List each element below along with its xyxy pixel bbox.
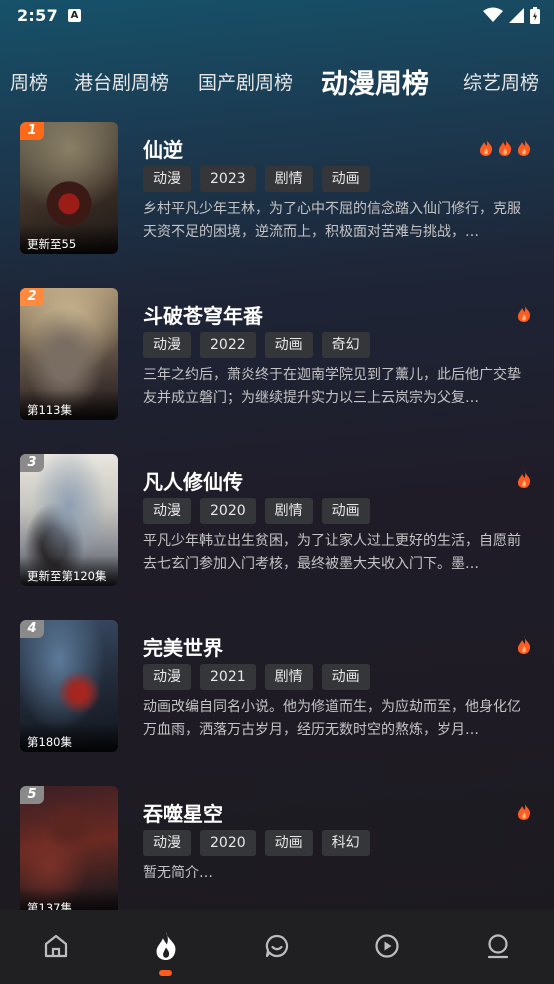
heat-indicator (516, 470, 532, 488)
nav-profile[interactable] (480, 928, 516, 964)
chat-icon (265, 934, 289, 958)
nav-home[interactable] (38, 928, 74, 964)
tag-genre[interactable]: 剧情 (264, 498, 313, 524)
tag-category[interactable]: 动漫 (143, 664, 191, 690)
battery-icon (530, 6, 540, 24)
heat-indicator (516, 304, 532, 322)
fire-icon (517, 802, 531, 820)
rank-badge: 2 (20, 288, 44, 306)
show-title[interactable]: 完美世界 (143, 632, 223, 661)
tag-list: 动漫 2020 剧情 动画 (143, 498, 370, 524)
tag-year[interactable]: 2023 (200, 166, 256, 192)
signal-icon (509, 7, 524, 23)
heat-indicator (516, 802, 532, 820)
rank-badge: 4 (20, 620, 44, 638)
episode-label: 第137集 (20, 888, 118, 910)
tag-year[interactable]: 2020 (200, 498, 256, 524)
tab-hk-tw-drama[interactable]: 港台剧周榜 (74, 68, 169, 95)
tag-genre[interactable]: 动画 (264, 830, 313, 856)
episode-label: 第180集 (20, 722, 118, 752)
list-item[interactable]: 2 第113集 斗破苍穹年番 动漫 2022 动画 奇幻 三年之约后，萧炎终于在… (0, 284, 554, 450)
active-indicator (159, 970, 172, 976)
poster-thumbnail[interactable]: 2 第113集 (20, 288, 118, 420)
system-icons (483, 6, 540, 24)
fire-icon (517, 470, 531, 488)
play-icon (375, 934, 399, 958)
tag-genre[interactable]: 奇幻 (321, 332, 370, 358)
fire-icon (517, 138, 531, 156)
tag-category[interactable]: 动漫 (143, 830, 191, 856)
show-title[interactable]: 吞噬星空 (143, 798, 223, 827)
show-description: 暂无简介… (143, 865, 213, 881)
tag-category[interactable]: 动漫 (143, 166, 191, 192)
tag-genre[interactable]: 动画 (264, 332, 313, 358)
tag-year[interactable]: 2021 (200, 664, 256, 690)
list-item[interactable]: 1 更新至55 仙逆 动漫 2023 剧情 动画 乡村平凡少年王林，为了心中不屈… (0, 118, 554, 284)
list-item[interactable]: 5 第137集 吞噬星空 动漫 2020 动画 科幻 暂无简介… (0, 782, 554, 910)
tag-genre[interactable]: 动画 (321, 498, 370, 524)
rank-badge: 3 (20, 454, 44, 472)
fire-icon (479, 138, 493, 156)
nav-chat[interactable] (259, 928, 295, 964)
episode-label: 更新至第120集 (20, 556, 118, 586)
list-item[interactable]: 4 第180集 完美世界 动漫 2021 剧情 动画 动画改编自同名小说。他为修… (0, 616, 554, 782)
tag-genre[interactable]: 剧情 (264, 166, 313, 192)
show-title[interactable]: 仙逆 (143, 134, 183, 163)
fire-icon (498, 138, 512, 156)
fire-icon (156, 932, 176, 960)
tag-category[interactable]: 动漫 (143, 498, 191, 524)
ranking-tabs: 周榜 港台剧周榜 国产剧周榜 动漫周榜 综艺周榜 (0, 56, 554, 104)
bottom-nav (0, 910, 554, 984)
tag-genre[interactable]: 动画 (321, 664, 370, 690)
tag-year[interactable]: 2022 (200, 332, 256, 358)
heat-indicator (516, 636, 532, 654)
status-bar: 2:57 A (0, 0, 554, 32)
nav-hot[interactable] (148, 928, 184, 964)
episode-label: 更新至55 (20, 224, 118, 254)
tag-genre[interactable]: 动画 (321, 166, 370, 192)
list-item[interactable]: 3 更新至第120集 凡人修仙传 动漫 2020 剧情 动画 平凡少年韩立出生贫… (0, 450, 554, 616)
home-icon (44, 934, 68, 958)
tag-list: 动漫 2020 动画 科幻 (143, 830, 370, 856)
wifi-icon (483, 7, 503, 22)
tag-genre[interactable]: 科幻 (321, 830, 370, 856)
episode-label: 第113集 (20, 390, 118, 420)
user-icon (487, 934, 509, 959)
show-description: 动画改编自同名小说。他为修道而生，为应劫而至，他身化亿万血雨，洒落万古岁月，经历… (143, 699, 521, 738)
nav-video[interactable] (369, 928, 405, 964)
heat-indicator (478, 138, 532, 156)
poster-thumbnail[interactable]: 5 第137集 (20, 786, 118, 910)
fire-icon (517, 636, 531, 654)
show-title[interactable]: 斗破苍穹年番 (143, 300, 263, 329)
rank-badge: 5 (20, 786, 44, 804)
show-title[interactable]: 凡人修仙传 (143, 466, 243, 495)
tag-category[interactable]: 动漫 (143, 332, 191, 358)
notification-a-icon: A (68, 9, 81, 22)
tab-weekly[interactable]: 周榜 (10, 68, 48, 95)
tag-genre[interactable]: 剧情 (264, 664, 313, 690)
tag-list: 动漫 2022 动画 奇幻 (143, 332, 370, 358)
tag-list: 动漫 2021 剧情 动画 (143, 664, 370, 690)
poster-thumbnail[interactable]: 3 更新至第120集 (20, 454, 118, 586)
poster-thumbnail[interactable]: 4 第180集 (20, 620, 118, 752)
tag-list: 动漫 2023 剧情 动画 (143, 166, 370, 192)
tab-domestic-drama[interactable]: 国产剧周榜 (198, 68, 293, 95)
show-description: 平凡少年韩立出生贫困，为了让家人过上更好的生活，自愿前去七玄门参加入门考核，最终… (143, 533, 521, 572)
status-time: 2:57 (17, 6, 58, 25)
rank-badge: 1 (20, 122, 44, 140)
poster-thumbnail[interactable]: 1 更新至55 (20, 122, 118, 254)
fire-icon (517, 304, 531, 322)
show-description: 三年之约后，萧炎终于在迦南学院见到了薰儿，此后他广交挚友并成立磐门；为继续提升实… (143, 367, 521, 406)
tab-variety[interactable]: 综艺周榜 (463, 68, 539, 95)
show-description: 乡村平凡少年王林，为了心中不屈的信念踏入仙门修行，克服天资不足的困境，逆流而上，… (143, 201, 521, 240)
tag-year[interactable]: 2020 (200, 830, 256, 856)
tab-anime[interactable]: 动漫周榜 (321, 62, 429, 101)
